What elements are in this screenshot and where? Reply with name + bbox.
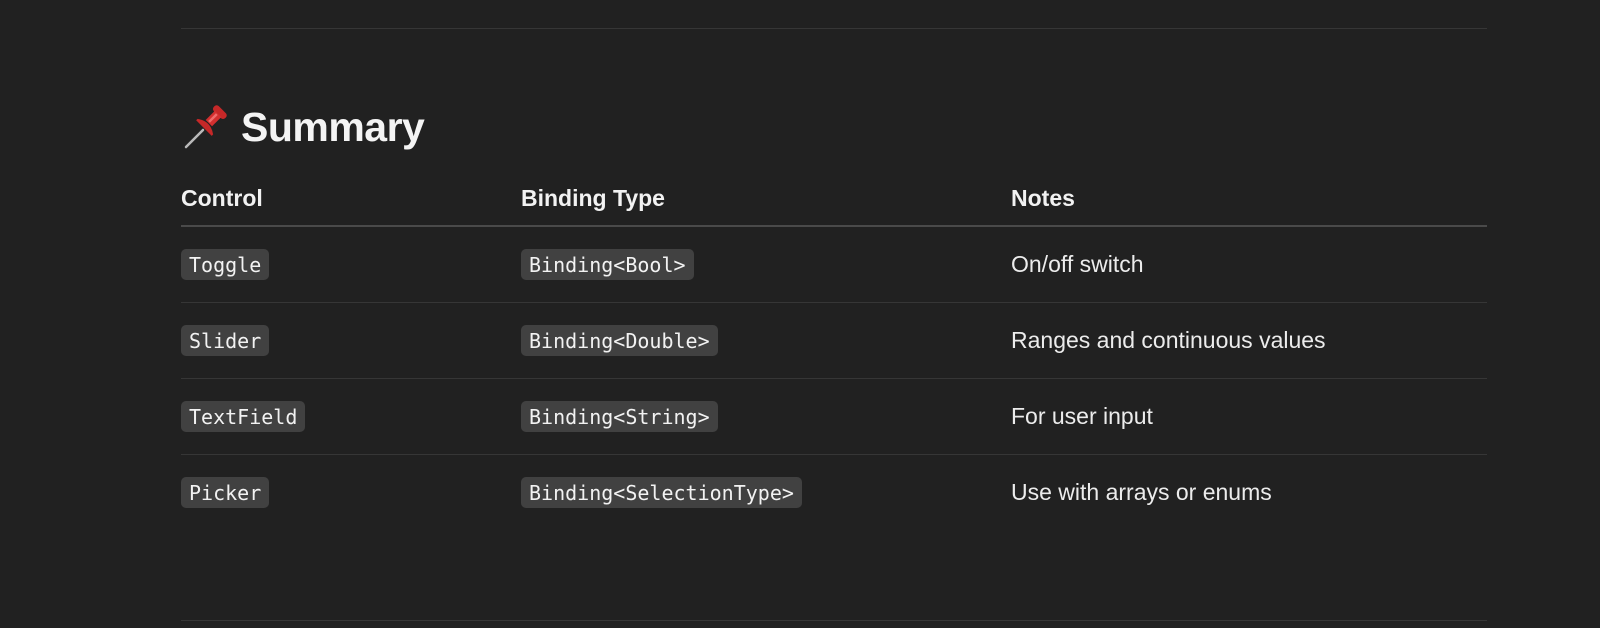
binding-cell: Binding<String> [521, 378, 1011, 455]
table-header-row: Control Binding Type Notes [181, 172, 1487, 227]
table-row: Slider Binding<Double> Ranges and contin… [181, 302, 1487, 379]
binding-cell: Binding<Bool> [521, 226, 1011, 303]
column-header-notes: Notes [1011, 172, 1487, 227]
column-header-control: Control [181, 172, 521, 227]
binding-code: Binding<SelectionType> [521, 477, 802, 508]
binding-cell: Binding<SelectionType> [521, 455, 1011, 531]
control-code: Picker [181, 477, 270, 508]
control-code: Toggle [181, 249, 270, 280]
control-cell: Slider [181, 302, 521, 379]
binding-code: Binding<String> [521, 401, 718, 432]
section-divider-top [181, 28, 1487, 29]
column-header-binding-type: Binding Type [521, 172, 1011, 227]
control-code: TextField [181, 401, 306, 432]
control-cell: Toggle [181, 226, 521, 303]
binding-code: Binding<Double> [521, 325, 718, 356]
control-cell: TextField [181, 378, 521, 455]
control-code: Slider [181, 325, 270, 356]
document-page: Summary Control Binding Type Notes Toggl… [0, 0, 1600, 628]
section-title: Summary [241, 103, 425, 150]
notes-cell: On/off switch [1011, 226, 1487, 303]
notes-cell: Use with arrays or enums [1011, 479, 1272, 505]
pushpin-icon [181, 103, 229, 151]
binding-code: Binding<Bool> [521, 249, 694, 280]
summary-table: Control Binding Type Notes Toggle Bindin… [181, 172, 1487, 530]
table-row: Toggle Binding<Bool> On/off switch [181, 226, 1487, 303]
table-row: TextField Binding<String> For user input [181, 378, 1487, 455]
notes-cell: For user input [1011, 378, 1487, 455]
table-row: Picker Binding<SelectionType> Use with a… [181, 455, 1487, 531]
notes-cell: Ranges and continuous values [1011, 302, 1487, 379]
control-cell: Picker [181, 455, 521, 531]
section-heading: Summary [181, 100, 425, 154]
binding-cell: Binding<Double> [521, 302, 1011, 379]
section-divider-bottom [181, 620, 1487, 621]
